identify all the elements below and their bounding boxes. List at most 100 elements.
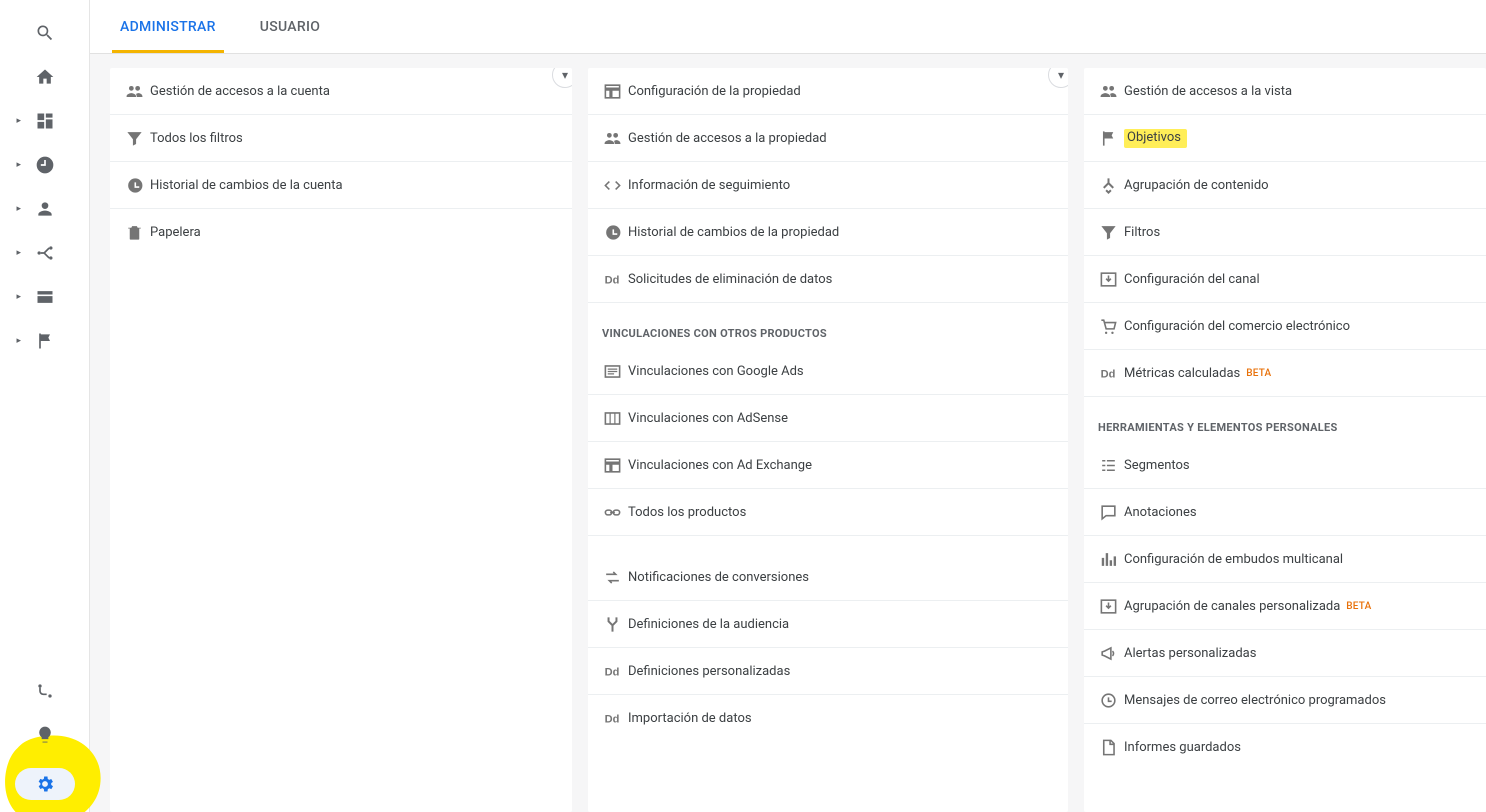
realtime-icon[interactable]: ▸ bbox=[27, 154, 63, 176]
dd-icon bbox=[596, 662, 628, 681]
custom-definitions[interactable]: Definiciones personalizadas bbox=[588, 648, 1068, 695]
section-tools-title: HERRAMIENTAS Y ELEMENTOS PERSONALES bbox=[1084, 397, 1486, 442]
property-column: ▾ Configuración de la propiedad Gestión … bbox=[588, 68, 1068, 812]
data-deletion[interactable]: Solicitudes de eliminación de datos bbox=[588, 256, 1068, 303]
customization-icon[interactable]: ▸ bbox=[27, 110, 63, 132]
row-label: Historial de cambios de la cuenta bbox=[150, 178, 343, 193]
admin-button[interactable] bbox=[15, 768, 75, 800]
comment-icon bbox=[1092, 503, 1124, 522]
row-label: Filtros bbox=[1124, 225, 1160, 240]
row-label: Notificaciones de conversiones bbox=[628, 570, 809, 585]
import-icon bbox=[1092, 270, 1124, 289]
megaphone-icon bbox=[1092, 644, 1124, 663]
row-label: Agrupación de contenido bbox=[1124, 178, 1269, 193]
funnel-config[interactable]: Configuración de embudos multicanal bbox=[1084, 536, 1486, 583]
row-label: Definiciones personalizadas bbox=[628, 664, 790, 679]
tab-admin[interactable]: ADMINISTRAR bbox=[120, 0, 216, 53]
behavior-icon[interactable]: ▸ bbox=[27, 286, 63, 308]
goals[interactable]: Objetivos bbox=[1084, 115, 1486, 162]
tracking-info[interactable]: Información de seguimiento bbox=[588, 162, 1068, 209]
flag-icon bbox=[1092, 129, 1124, 148]
doc-icon bbox=[1092, 738, 1124, 757]
row-label: Configuración del comercio electrónico bbox=[1124, 319, 1350, 334]
channel-config[interactable]: Configuración del canal bbox=[1084, 256, 1486, 303]
history-icon bbox=[118, 176, 150, 195]
tab-user[interactable]: USUARIO bbox=[260, 0, 320, 53]
cart-icon bbox=[1092, 317, 1124, 336]
row-label: Información de seguimiento bbox=[628, 178, 790, 193]
beta-badge: BETA bbox=[1246, 368, 1271, 379]
attribution-icon[interactable] bbox=[27, 680, 63, 702]
link-google-ads[interactable]: Vinculaciones con Google Ads bbox=[588, 348, 1068, 395]
scheduled-emails[interactable]: Mensajes de correo electrónico programad… bbox=[1084, 677, 1486, 724]
import-icon bbox=[1092, 597, 1124, 616]
users-icon bbox=[596, 129, 628, 148]
dd-icon bbox=[596, 709, 628, 728]
saved-reports[interactable]: Informes guardados bbox=[1084, 724, 1486, 771]
row-label: Vinculaciones con Google Ads bbox=[628, 364, 804, 379]
row-label: Definiciones de la audiencia bbox=[628, 617, 789, 632]
filter-icon bbox=[118, 129, 150, 148]
row-label: Gestión de accesos a la vista bbox=[1124, 84, 1292, 99]
view-column: Gestión de accesos a la vista Objetivos … bbox=[1084, 68, 1486, 812]
row-label: Objetivos bbox=[1124, 129, 1187, 148]
row-label: Configuración de la propiedad bbox=[628, 84, 801, 99]
filter-icon bbox=[1092, 223, 1124, 242]
view-filters[interactable]: Filtros bbox=[1084, 209, 1486, 256]
link-all-products[interactable]: Todos los productos bbox=[588, 489, 1068, 536]
account-filters[interactable]: Todos los filtros bbox=[110, 115, 572, 162]
calculated-metrics[interactable]: Métricas calculadas BETA bbox=[1084, 350, 1486, 397]
search-icon[interactable] bbox=[27, 22, 63, 44]
home-icon[interactable] bbox=[27, 66, 63, 88]
history-icon bbox=[596, 223, 628, 242]
account-column: ▾ Gestión de accesos a la cuenta Todos l… bbox=[110, 68, 572, 812]
account-access[interactable]: Gestión de accesos a la cuenta bbox=[110, 68, 572, 115]
conversions-icon[interactable]: ▸ bbox=[27, 330, 63, 352]
trash-icon bbox=[118, 223, 150, 242]
acquisition-icon[interactable]: ▸ bbox=[27, 242, 63, 264]
dd-icon bbox=[596, 270, 628, 289]
row-label: Agrupación de canales personalizada bbox=[1124, 599, 1340, 614]
row-label: Solicitudes de eliminación de datos bbox=[628, 272, 832, 287]
row-label: Anotaciones bbox=[1124, 505, 1197, 520]
dd-icon bbox=[1092, 364, 1124, 383]
property-settings[interactable]: Configuración de la propiedad bbox=[588, 68, 1068, 115]
custom-channel-grouping[interactable]: Agrupación de canales personalizadaBETA bbox=[1084, 583, 1486, 630]
audience-definitions[interactable]: Definiciones de la audiencia bbox=[588, 601, 1068, 648]
ecommerce-config[interactable]: Configuración del comercio electrónico bbox=[1084, 303, 1486, 350]
row-label: Mensajes de correo electrónico programad… bbox=[1124, 693, 1386, 708]
property-history[interactable]: Historial de cambios de la propiedad bbox=[588, 209, 1068, 256]
clockalert-icon bbox=[1092, 691, 1124, 710]
row-label: Segmentos bbox=[1124, 458, 1190, 473]
discover-icon[interactable] bbox=[27, 724, 63, 746]
row-label: Vinculaciones con Ad Exchange bbox=[628, 458, 812, 473]
segments[interactable]: Segmentos bbox=[1084, 442, 1486, 489]
conversion-notifications[interactable]: Notificaciones de conversiones bbox=[588, 554, 1068, 601]
annotations[interactable]: Anotaciones bbox=[1084, 489, 1486, 536]
custom-alerts[interactable]: Alertas personalizadas bbox=[1084, 630, 1486, 677]
row-label: Vinculaciones con AdSense bbox=[628, 411, 788, 426]
admin-tabs: ADMINISTRAR USUARIO bbox=[90, 0, 1486, 54]
link-adsense[interactable]: Vinculaciones con AdSense bbox=[588, 395, 1068, 442]
row-label: Todos los productos bbox=[628, 505, 746, 520]
merge-icon bbox=[1092, 176, 1124, 195]
row-label: Métricas calculadas bbox=[1124, 366, 1240, 381]
link-icon bbox=[596, 503, 628, 522]
view-access[interactable]: Gestión de accesos a la vista bbox=[1084, 68, 1486, 115]
property-access[interactable]: Gestión de accesos a la propiedad bbox=[588, 115, 1068, 162]
row-label: Todos los filtros bbox=[150, 131, 243, 146]
content-grouping[interactable]: Agrupación de contenido bbox=[1084, 162, 1486, 209]
main-area: ADMINISTRAR USUARIO ▾ Gestión de accesos… bbox=[90, 0, 1486, 812]
account-trash[interactable]: Papelera bbox=[110, 209, 572, 256]
data-import[interactable]: Importación de datos bbox=[588, 695, 1068, 742]
account-history[interactable]: Historial de cambios de la cuenta bbox=[110, 162, 572, 209]
row-label: Configuración de embudos multicanal bbox=[1124, 552, 1343, 567]
users-icon bbox=[1092, 82, 1124, 101]
columns-icon bbox=[596, 409, 628, 428]
code-icon bbox=[596, 176, 628, 195]
users-icon bbox=[118, 82, 150, 101]
panel-icon bbox=[596, 82, 628, 101]
listbox-icon bbox=[596, 362, 628, 381]
link-ad-exchange[interactable]: Vinculaciones con Ad Exchange bbox=[588, 442, 1068, 489]
audience-icon[interactable]: ▸ bbox=[27, 198, 63, 220]
